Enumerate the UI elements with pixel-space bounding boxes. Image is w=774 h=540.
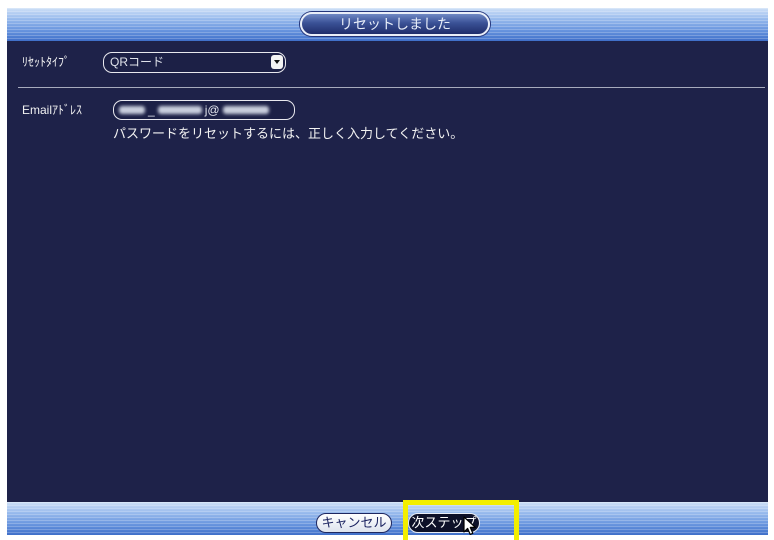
- section-divider: [18, 87, 765, 88]
- email-hint-text: パスワードをリセットするには、正しく入力してください。: [113, 126, 464, 141]
- cancel-button[interactable]: キャンセル: [316, 513, 392, 533]
- reset-dialog: リセットしました ﾘｾｯﾄﾀｲﾌﾟ QRコード Emailｱﾄﾞﾚｽ _ j@ …: [7, 8, 768, 535]
- redacted-block: [119, 106, 145, 114]
- dialog-body: ﾘｾｯﾄﾀｲﾌﾟ QRコード Emailｱﾄﾞﾚｽ _ j@ パスワードをリセッ…: [7, 41, 768, 502]
- dialog-title: リセットしました: [300, 12, 490, 36]
- button-bar: キャンセル 次ステップ: [7, 502, 768, 535]
- redacted-block: [222, 106, 269, 114]
- redacted-block: [157, 106, 202, 114]
- reset-type-selected-value: QRコード: [110, 55, 165, 69]
- highlight-box: [403, 500, 519, 540]
- reset-type-label: ﾘｾｯﾄﾀｲﾌﾟ: [22, 55, 71, 69]
- email-field[interactable]: _ j@: [113, 100, 295, 120]
- mouse-pointer-icon: [463, 516, 477, 535]
- email-visible-fragment: _: [148, 103, 155, 117]
- email-visible-fragment: j@: [204, 103, 220, 117]
- title-bar: リセットしました: [7, 8, 768, 41]
- chevron-down-icon[interactable]: [271, 55, 283, 69]
- reset-type-dropdown[interactable]: QRコード: [103, 52, 286, 73]
- email-label: Emailｱﾄﾞﾚｽ: [22, 103, 83, 117]
